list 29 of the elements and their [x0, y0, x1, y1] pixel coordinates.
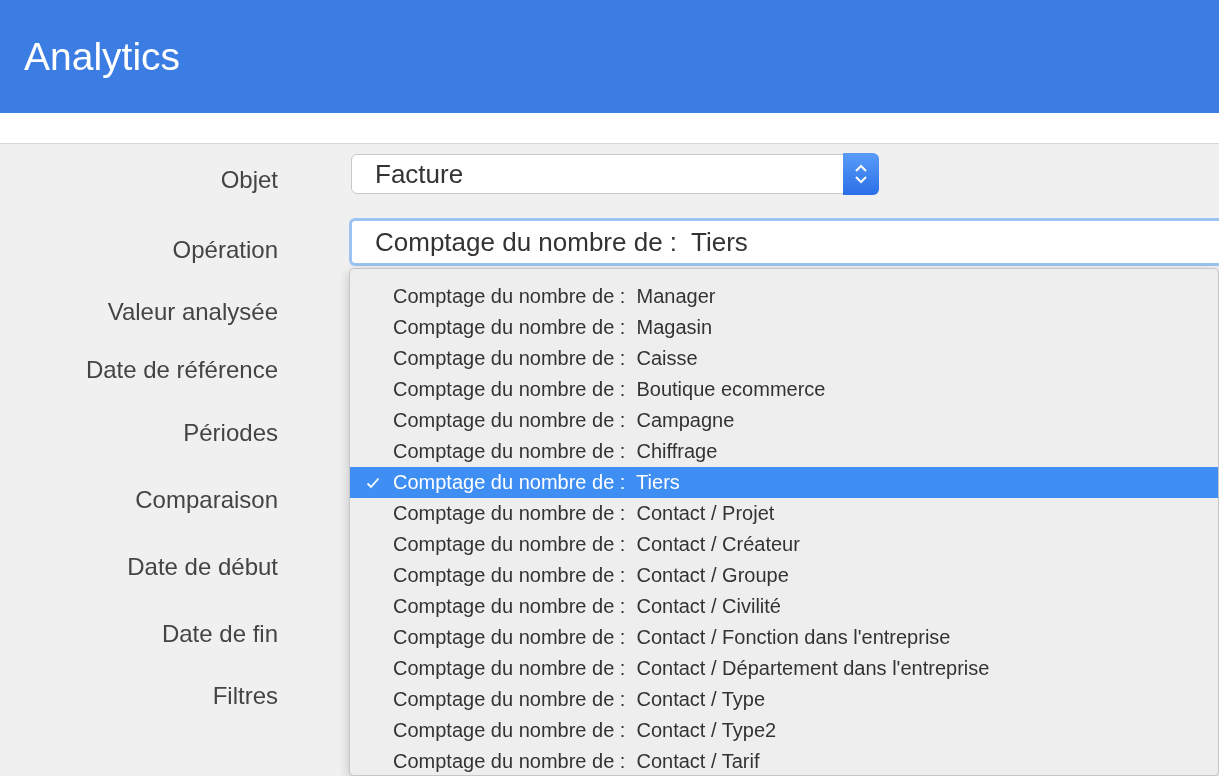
dropdown-option[interactable]: Comptage du nombre de : Contact / Fonction dans l'entreprise — [350, 622, 1218, 653]
checkmark-icon — [366, 476, 380, 489]
dropdown-option[interactable]: Comptage du nombre de : Boutique ecommerce — [350, 374, 1218, 405]
field-label: Filtres — [212, 682, 278, 710]
field-label: Opération — [172, 235, 278, 264]
dropdown-option[interactable]: Comptage du nombre de : Campagne — [350, 405, 1218, 436]
field-label: Date de référence — [85, 356, 278, 384]
field-label: Comparaison — [135, 485, 278, 514]
field-label: Valeur analysée — [107, 298, 278, 326]
field-label: Périodes — [183, 418, 278, 447]
dropdown-option[interactable]: Comptage du nombre de : Magasin — [350, 312, 1218, 343]
dropdown-option[interactable]: Comptage du nombre de : Contact / Civilité — [350, 591, 1218, 622]
object-select[interactable]: Facture — [351, 154, 879, 194]
dropdown-option[interactable]: Comptage du nombre de : Contact / Groupe — [350, 560, 1218, 591]
dropdown-option[interactable]: Comptage du nombre de : Chiffrage — [350, 436, 1218, 467]
dropdown-option[interactable]: Comptage du nombre de : Contact / Tarif — [350, 746, 1218, 776]
dropdown-option[interactable]: Comptage du nombre de : Contact / Créateur — [350, 529, 1218, 560]
dropdown-option[interactable]: Comptage du nombre de : Caisse — [350, 343, 1218, 374]
field-label: Date de début — [127, 552, 278, 581]
dropdown-option[interactable]: Comptage du nombre de : Contact / Type2 — [350, 715, 1218, 746]
dropdown-option[interactable]: Comptage du nombre de : Contact / Projet — [350, 498, 1218, 529]
dropdown-option[interactable]: Comptage du nombre de : Contact / Département dans l'entreprise — [350, 653, 1218, 684]
dropdown-option[interactable]: Comptage du nombre de : Manager — [350, 281, 1218, 312]
page-title: Analytics — [24, 34, 181, 79]
field-label: Objet — [220, 166, 278, 194]
field-label: Date de fin — [161, 619, 278, 648]
up-down-chevron-icon — [854, 162, 868, 186]
operation-select[interactable]: Comptage du nombre de : Tiers — [349, 218, 1219, 266]
dropdown-option[interactable]: Comptage du nombre de : Contact / Type — [350, 684, 1218, 715]
